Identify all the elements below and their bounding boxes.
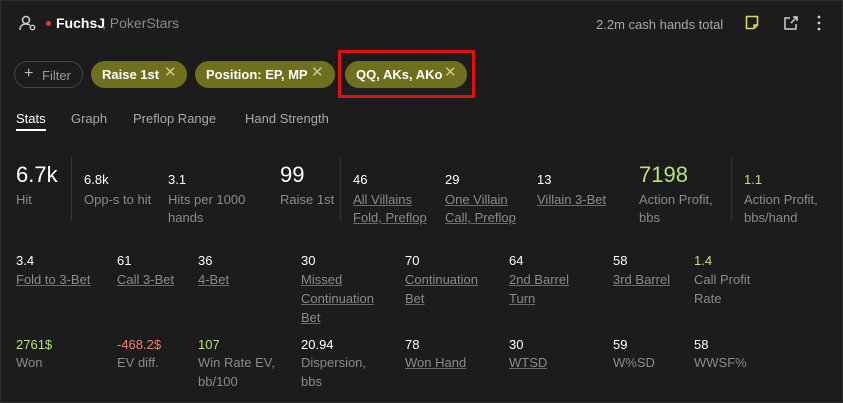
stat-value: 2761$	[16, 337, 53, 352]
filter-chip-label: Position: EP, MP	[206, 67, 308, 82]
stat-link[interactable]: Continuation	[301, 289, 374, 308]
close-icon[interactable]: ✕	[164, 64, 177, 82]
stat-link[interactable]: Turn	[509, 289, 535, 308]
stat-label: Call Profit	[694, 272, 751, 287]
stat-value: 1.4	[694, 253, 713, 268]
stat-label: Rate	[694, 291, 722, 306]
stat-link[interactable]: WTSD	[509, 353, 547, 372]
filter-chip-position[interactable]: Position: EP, MP ✕	[195, 61, 335, 88]
stat-value: 64	[509, 253, 524, 268]
user-settings-icon[interactable]	[19, 14, 37, 32]
user-name[interactable]: FuchsJ	[56, 15, 105, 31]
stat-value: 29	[445, 172, 460, 187]
stat-link[interactable]: Villain 3-Bet	[537, 190, 606, 209]
stat-link[interactable]: Call 3-Bet	[117, 270, 174, 289]
stat-value: 3.4	[16, 253, 35, 268]
header-bar: FuchsJ , PokerStars 2.2m cash hands tota…	[0, 0, 843, 48]
stat-link[interactable]: Fold to 3-Bet	[16, 270, 90, 289]
stat-value: 58	[694, 337, 709, 352]
stat-value: 30	[509, 337, 524, 352]
tab-hand-strength[interactable]: Hand Strength	[245, 111, 329, 126]
hands-total: 2.2m cash hands total	[596, 17, 724, 32]
stat-value: 70	[405, 253, 420, 268]
stat-value: 46	[353, 172, 368, 187]
add-filter-label: Filter	[42, 68, 71, 83]
stat-label: EV diff.	[117, 355, 159, 370]
stat-label: bbs	[639, 210, 660, 225]
stat-value: 36	[198, 253, 213, 268]
add-filter-button[interactable]: + Filter	[14, 61, 83, 88]
stat-label: bbs	[301, 374, 322, 389]
stat-value: 7198	[639, 162, 688, 187]
stat-value: 20.94	[301, 337, 334, 352]
stat-link[interactable]: 3rd Barrel	[613, 270, 670, 289]
stat-link[interactable]: All Villains	[353, 190, 412, 209]
stat-label: bbs/hand	[744, 210, 798, 225]
stat-value: 30	[301, 253, 316, 268]
stat-label: bb/100	[198, 374, 238, 389]
stat-link[interactable]: Missed	[301, 270, 342, 289]
export-icon[interactable]	[783, 15, 799, 31]
stat-label: WWSF%	[694, 355, 747, 370]
stat-value: -468.2$	[117, 337, 162, 352]
stat-label: Dispersion,	[301, 355, 367, 370]
status-dot	[46, 21, 51, 26]
site-name: , PokerStars	[102, 15, 180, 31]
tab-graph[interactable]: Graph	[71, 111, 107, 126]
divider	[731, 157, 732, 221]
stat-link[interactable]: One Villain	[445, 190, 508, 209]
stat-label: Hits per 1000	[168, 192, 246, 207]
stat-value: 59	[613, 337, 628, 352]
stat-value: 13	[537, 172, 552, 187]
tab-stats[interactable]: Stats	[16, 111, 46, 126]
active-tab-indicator	[16, 129, 46, 131]
close-icon[interactable]: ✕	[311, 64, 324, 82]
stat-link[interactable]: Call, Preflop	[445, 208, 516, 227]
highlight-box	[338, 50, 475, 98]
filter-chip-raise-1st[interactable]: Raise 1st ✕	[91, 61, 187, 88]
stat-label: W%SD	[613, 355, 655, 370]
stat-value: 3.1	[168, 172, 187, 187]
stat-link[interactable]: 4-Bet	[198, 270, 229, 289]
stat-value: 58	[613, 253, 628, 268]
stat-label: Opp-s to hit	[84, 192, 152, 207]
stat-value: 6.8k	[84, 172, 109, 187]
more-icon[interactable]	[816, 14, 822, 32]
stat-value: 78	[405, 337, 420, 352]
stat-label: Win Rate EV,	[198, 355, 275, 370]
stat-link[interactable]: Continuation	[405, 270, 478, 289]
stat-link[interactable]: Won Hand	[405, 353, 466, 372]
stat-label: Hit	[16, 192, 32, 207]
stat-link[interactable]: 2nd Barrel	[509, 270, 569, 289]
plus-icon: +	[24, 65, 34, 82]
stat-value: 107	[198, 337, 220, 352]
stat-value: 61	[117, 253, 132, 268]
stat-link[interactable]: Bet	[301, 308, 321, 327]
note-icon[interactable]	[744, 15, 760, 31]
stat-link[interactable]: Fold, Preflop	[353, 208, 427, 227]
divider	[340, 157, 341, 221]
divider	[71, 157, 72, 221]
stat-label: Action Profit,	[639, 192, 713, 207]
stat-label: hands	[168, 210, 204, 225]
stat-label: Won	[16, 355, 43, 370]
stat-link[interactable]: Bet	[405, 289, 425, 308]
stat-value: 1.1	[744, 172, 763, 187]
stat-value: 6.7k	[16, 162, 58, 187]
stat-label: Action Profit,	[744, 192, 818, 207]
stat-value: 99	[280, 162, 305, 187]
stat-label: Raise 1st	[280, 192, 335, 207]
tab-preflop-range[interactable]: Preflop Range	[133, 111, 216, 126]
filter-chip-label: Raise 1st	[102, 67, 160, 82]
